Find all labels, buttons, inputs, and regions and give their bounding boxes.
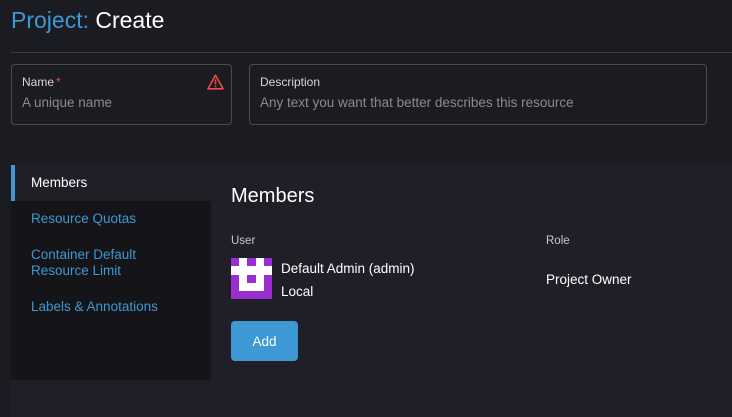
name-field[interactable]: Name * [11,64,232,125]
description-input[interactable] [260,95,696,110]
identicon-avatar [231,258,272,299]
description-label: Description [260,75,321,89]
page-title-prefix: Project: [11,7,89,33]
page-title: Project: Create [11,5,164,35]
member-provider: Local [281,284,314,299]
member-display-name: Default Admin (admin) [281,261,415,276]
tab-members[interactable]: Members [11,165,211,201]
add-member-button[interactable]: Add [231,321,298,361]
required-marker: * [56,75,61,89]
tab-resource-quotas[interactable]: Resource Quotas [11,211,211,227]
tab-labels-annotations[interactable]: Labels & Annotations [11,299,211,315]
description-field[interactable]: Description [249,64,707,125]
name-label: Name * [22,75,61,89]
members-heading: Members [231,185,315,207]
role-column-header: Role [546,235,570,247]
warning-triangle-icon [207,74,224,90]
user-column-header: User [231,235,256,247]
side-tabs: Members Resource Quotas Container Defaul… [11,165,211,380]
member-role: Project Owner [546,272,632,287]
name-input[interactable] [22,95,221,110]
header-divider [11,52,732,53]
page-title-action: Create [95,7,165,33]
tab-container-default-resource-limit[interactable]: Container Default Resource Limit [11,247,161,279]
